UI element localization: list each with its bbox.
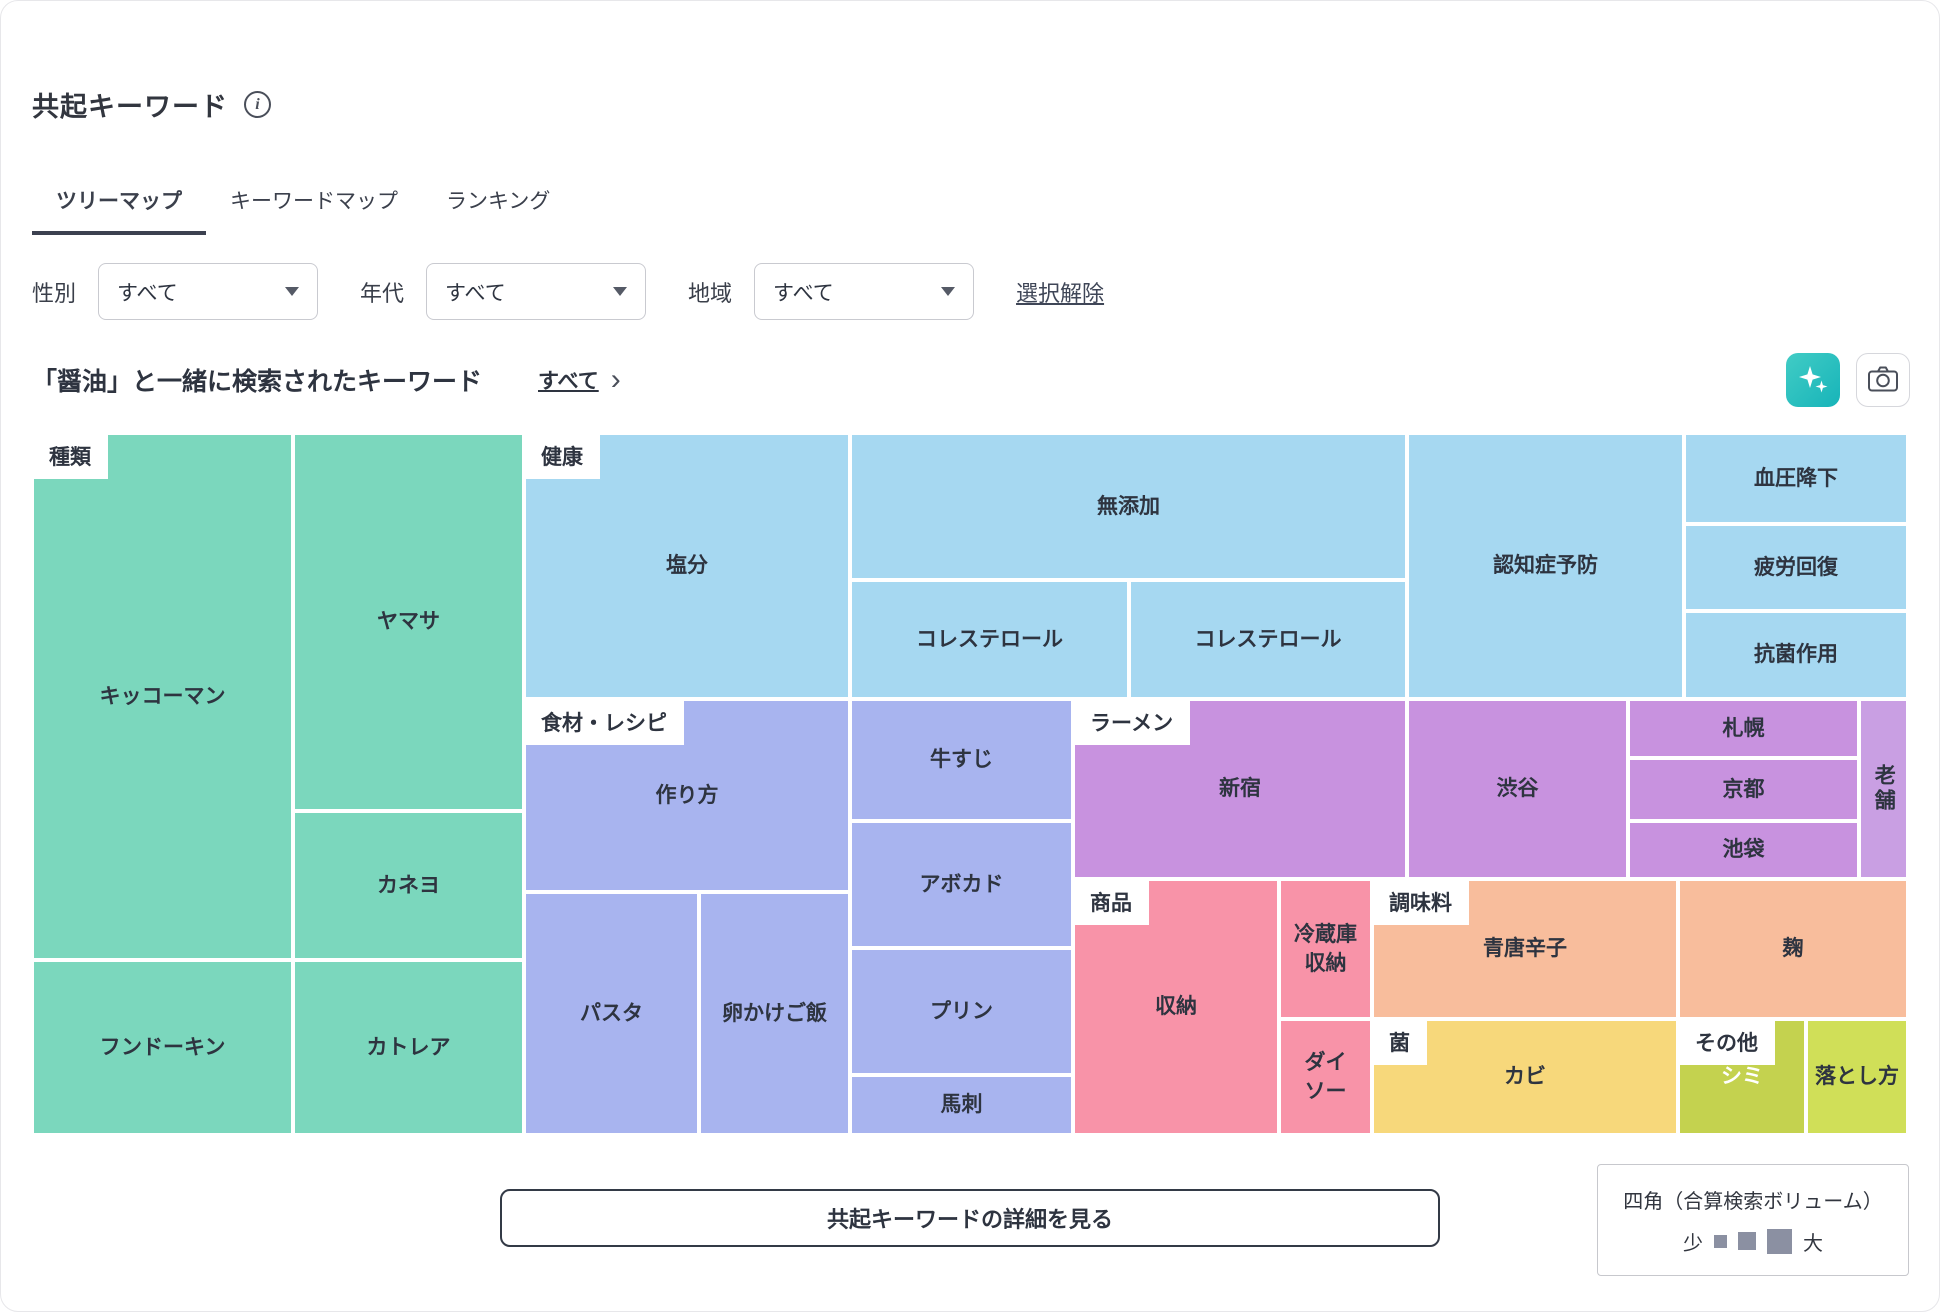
treemap-cell-2-5[interactable]: パスタ [524,892,699,1135]
treemap-cell-2-2[interactable]: アボカド [850,821,1073,948]
treemap-cell-7-0[interactable]: シミ [1678,1019,1806,1135]
treemap-cell-3-4[interactable]: 池袋 [1628,821,1859,879]
treemap-cell-2-6[interactable]: 卵かけご飯 [699,892,850,1135]
legend-title: 四角（合算検索ボリューム） [1623,1185,1882,1214]
chevron-down-icon [941,287,955,296]
treemap-cell-2-3[interactable]: プリン [850,948,1073,1075]
filter-bar: 性別 すべて 年代 すべて 地域 すべて 選択解除 [32,263,1104,320]
age-select[interactable]: すべて [426,263,646,320]
tab-treemap[interactable]: ツリーマップ [32,171,206,235]
toolbar-icons [1786,353,1910,407]
treemap-cell-4-0[interactable]: 収納 [1073,879,1279,1135]
page-title: 共起キーワード [32,85,228,124]
legend-scale: 少 大 [1683,1227,1823,1256]
treemap-cell-3-2[interactable]: 札幌 [1628,699,1859,758]
screenshot-button[interactable] [1856,353,1910,407]
treemap-cell-3-5[interactable]: 老舗 [1859,699,1908,879]
age-filter-label: 年代 [360,276,404,308]
treemap-cell-2-1[interactable]: 牛すじ [850,699,1073,821]
info-icon[interactable]: i [244,91,271,118]
section-header: 「醤油」と一緒に検索されたキーワード すべて › [32,353,1910,407]
treemap: キッコーマンヤマサカネヨフンドーキンカトレア種類塩分無添加コレステロールコレステ… [32,433,1908,1135]
sparkle-icon [1797,363,1829,398]
treemap-cell-1-3[interactable]: コレステロール [1129,580,1407,699]
treemap-cell-1-4[interactable]: 認知症予防 [1407,433,1684,699]
treemap-cell-4-2[interactable]: ダイ ソー [1279,1019,1372,1135]
tab-ranking[interactable]: ランキング [422,171,574,235]
camera-icon [1867,365,1899,396]
treemap-cell-6-0[interactable]: カビ [1372,1019,1678,1135]
treemap-cell-2-0[interactable]: 作り方 [524,699,850,892]
age-select-value: すべて [445,277,506,307]
gender-filter-label: 性別 [32,276,76,308]
treemap-cell-1-0[interactable]: 塩分 [524,433,850,699]
region-select[interactable]: すべて [754,263,974,320]
tab-bar: ツリーマップ キーワードマップ ランキング [32,171,574,235]
region-select-value: すべて [773,277,834,307]
treemap-cell-0-4[interactable]: カトレア [293,960,524,1135]
legend-square-small-icon [1714,1235,1727,1248]
chevron-right-icon: › [611,365,621,395]
treemap-cell-7-1[interactable]: 落とし方 [1806,1019,1908,1135]
treemap-cell-1-2[interactable]: コレステロール [850,580,1129,699]
treemap-cell-3-1[interactable]: 渋谷 [1407,699,1628,879]
header: 共起キーワード i [32,85,271,124]
volume-legend: 四角（合算検索ボリューム） 少 大 [1597,1164,1909,1276]
chevron-down-icon [613,287,627,296]
treemap-cell-3-3[interactable]: 京都 [1628,758,1859,821]
section-title: 「醤油」と一緒に検索されたキーワード [32,362,482,398]
gender-select-value: すべて [117,277,178,307]
tab-keyword-map[interactable]: キーワードマップ [206,171,422,235]
treemap-cell-5-0[interactable]: 青唐辛子 [1372,879,1678,1019]
legend-min-label: 少 [1683,1227,1703,1256]
treemap-cell-4-1[interactable]: 冷蔵庫 収納 [1279,879,1372,1019]
page: 共起キーワード i ツリーマップ キーワードマップ ランキング 性別 すべて 年… [0,0,1940,1312]
legend-square-medium-icon [1738,1232,1756,1250]
treemap-cell-1-6[interactable]: 疲労回復 [1684,524,1908,611]
treemap-cell-0-2[interactable]: カネヨ [293,811,524,960]
region-filter-label: 地域 [688,276,732,308]
legend-square-large-icon [1767,1229,1792,1254]
gender-select[interactable]: すべて [98,263,318,320]
detail-button[interactable]: 共起キーワードの詳細を見る [500,1189,1440,1247]
treemap-cell-0-3[interactable]: フンドーキン [32,960,293,1135]
chevron-down-icon [285,287,299,296]
clear-selection-link[interactable]: 選択解除 [1016,276,1104,308]
treemap-cell-1-7[interactable]: 抗菌作用 [1684,611,1908,699]
treemap-cell-0-0[interactable]: キッコーマン [32,433,293,960]
treemap-cell-0-1[interactable]: ヤマサ [293,433,524,811]
treemap-cell-3-0[interactable]: 新宿 [1073,699,1407,879]
legend-max-label: 大 [1803,1227,1823,1256]
treemap-cell-5-1[interactable]: 麹 [1678,879,1908,1019]
treemap-cell-1-5[interactable]: 血圧降下 [1684,433,1908,524]
see-all-link[interactable]: すべて [538,365,599,395]
treemap-cell-2-4[interactable]: 馬刺 [850,1075,1073,1135]
ai-sparkle-button[interactable] [1786,353,1840,407]
treemap-cell-1-1[interactable]: 無添加 [850,433,1407,580]
